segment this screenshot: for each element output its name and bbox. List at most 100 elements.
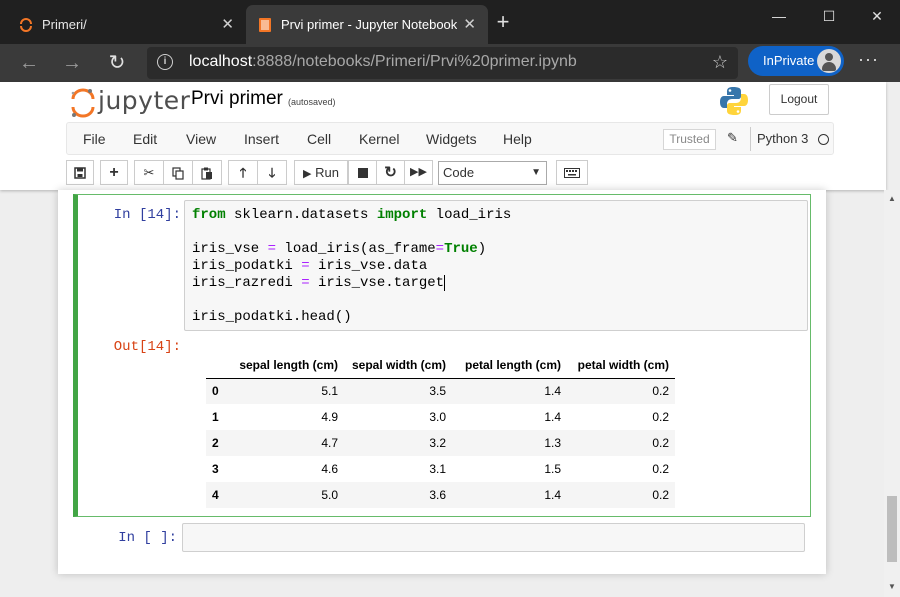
code-editor[interactable]: from sklearn.datasets import load_iris i…: [192, 207, 511, 326]
row-index: 3: [212, 462, 219, 476]
jupyter-logo[interactable]: jupyter: [70, 86, 190, 118]
column-header: sepal length (cm): [230, 352, 344, 379]
reload-icon[interactable]: ↻: [103, 49, 131, 77]
stop-icon: [357, 168, 368, 178]
scroll-down-icon[interactable]: ▼: [888, 582, 896, 591]
table-cell: 1.4: [544, 384, 561, 399]
menu-cell[interactable]: Cell: [307, 131, 331, 147]
site-info-icon[interactable]: i: [157, 54, 173, 70]
index-header: [206, 352, 230, 379]
code-line-4: iris_podatki = iris_vse.data: [192, 258, 428, 274]
cut-button[interactable]: ✂: [134, 160, 164, 185]
table-cell: 3.0: [429, 410, 446, 424]
run-button[interactable]: ▶︎ Run: [294, 160, 348, 185]
command-palette-button[interactable]: [556, 160, 588, 185]
favorite-star-icon[interactable]: ☆: [712, 52, 728, 73]
code-line-3: iris_vse = load_iris(as_frame=True): [192, 241, 487, 257]
code-cell-selected[interactable]: In [14]: from sklearn.datasets import lo…: [73, 194, 811, 517]
window-close-icon[interactable]: ✕: [854, 4, 900, 28]
empty-cell-prompt: In [ ]:: [118, 530, 177, 546]
forward-arrow-icon[interactable]: →: [58, 49, 86, 77]
tab-primeri[interactable]: Primeri/ ✕: [5, 5, 246, 44]
move-down-button[interactable]: 🡓: [257, 160, 287, 185]
trusted-indicator[interactable]: Trusted: [663, 129, 716, 150]
table-cell: 1.4: [544, 488, 561, 502]
new-tab-icon[interactable]: +: [493, 10, 513, 34]
table-row: 0 5.1 3.5 1.4 0.2: [206, 378, 675, 404]
cell-type-select[interactable]: Code ▼: [438, 161, 547, 185]
scrollbar-thumb[interactable]: [887, 496, 897, 562]
menu-insert[interactable]: Insert: [244, 131, 279, 147]
jupyter-logo-icon: [71, 88, 95, 118]
row-index: 1: [212, 410, 219, 424]
copy-button[interactable]: [163, 160, 193, 185]
minimize-icon[interactable]: —: [756, 4, 802, 28]
move-up-button[interactable]: 🡑: [228, 160, 258, 185]
move-up-icon: 🡑: [239, 165, 247, 180]
add-cell-button[interactable]: +: [100, 160, 128, 185]
menu-kernel[interactable]: Kernel: [359, 131, 399, 147]
code-line-5: iris_razredi = iris_vse.target: [192, 275, 446, 291]
table-row: 4 5.0 3.6 1.4 0.2: [206, 482, 675, 508]
notebook-name[interactable]: Prvi primer: [191, 88, 283, 110]
empty-code-cell[interactable]: [182, 523, 805, 552]
paste-button[interactable]: [192, 160, 222, 185]
profile-avatar-icon: [817, 49, 841, 73]
menu-view[interactable]: View: [186, 131, 216, 147]
column-header: petal width (cm): [567, 352, 675, 379]
menu-edit[interactable]: Edit: [133, 131, 157, 147]
tab-prvi-primer[interactable]: Prvi primer - Jupyter Notebook ✕: [246, 5, 488, 44]
save-icon: [74, 167, 86, 179]
close-tab-icon[interactable]: ✕: [221, 15, 234, 33]
table-cell: 3.5: [429, 384, 446, 399]
table-cell: 4.7: [321, 436, 338, 450]
more-menu-icon[interactable]: ···: [858, 49, 879, 70]
menu-file[interactable]: File: [83, 131, 106, 147]
autosave-status: (autosaved): [288, 97, 336, 107]
save-button[interactable]: [66, 160, 94, 185]
dataframe-table: sepal length (cm) sepal width (cm) petal…: [206, 352, 675, 508]
back-arrow-icon[interactable]: ←: [15, 49, 43, 77]
code-input-area[interactable]: from sklearn.datasets import load_iris i…: [184, 200, 808, 331]
keyword-from: from: [192, 207, 226, 223]
url-text: localhost:8888/notebooks/Primeri/Prvi%20…: [189, 53, 577, 71]
notebook-container: In [14]: from sklearn.datasets import lo…: [58, 190, 826, 574]
cell-type-value: Code: [443, 165, 475, 180]
kernel-name: Python 3: [757, 131, 809, 146]
table-row: 2 4.7 3.2 1.3 0.2: [206, 430, 675, 456]
kernel-separator: [750, 127, 751, 151]
menu-bar: File Edit View Insert Cell Kernel Widget…: [66, 122, 834, 155]
column-header: sepal width (cm): [344, 352, 452, 379]
fast-forward-icon: ▶▶: [410, 166, 427, 178]
close-tab-icon[interactable]: ✕: [463, 15, 476, 33]
menu-help[interactable]: Help: [503, 131, 532, 147]
run-icon: ▶︎: [303, 168, 312, 180]
scroll-up-icon[interactable]: ▲: [888, 194, 896, 203]
run-label: Run: [315, 165, 339, 180]
code-line-1: from sklearn.datasets import load_iris: [192, 207, 512, 223]
output-prompt: Out[14]:: [113, 339, 181, 355]
table-cell: 0.2: [652, 436, 669, 450]
table-cell: 0.2: [652, 384, 669, 399]
restart-button[interactable]: ↻: [376, 160, 405, 185]
table-cell: 1.3: [544, 436, 561, 450]
copy-icon: [172, 167, 184, 180]
restart-run-all-button[interactable]: ▶▶: [404, 160, 433, 185]
logout-button[interactable]: Logout: [769, 84, 829, 115]
menu-widgets[interactable]: Widgets: [426, 131, 477, 147]
keyword-import: import: [376, 207, 428, 223]
page-scrollbar[interactable]: ▲ ▼: [884, 190, 900, 597]
address-bar[interactable]: i localhost:8888/notebooks/Primeri/Prvi%…: [147, 47, 738, 79]
row-index: 4: [212, 488, 219, 502]
edit-pencil-icon[interactable]: ✎: [727, 130, 738, 146]
kernel-status-icon: [818, 134, 829, 145]
maximize-icon[interactable]: ☐: [806, 4, 852, 28]
table-header-row: sepal length (cm) sepal width (cm) petal…: [206, 352, 675, 379]
keyboard-icon: [564, 168, 580, 178]
tab-title: Primeri/: [42, 17, 87, 32]
stop-button[interactable]: [348, 160, 377, 185]
url-host: localhost: [189, 53, 253, 70]
inprivate-button[interactable]: InPrivate: [748, 46, 844, 76]
inprivate-label: InPrivate: [763, 53, 815, 68]
